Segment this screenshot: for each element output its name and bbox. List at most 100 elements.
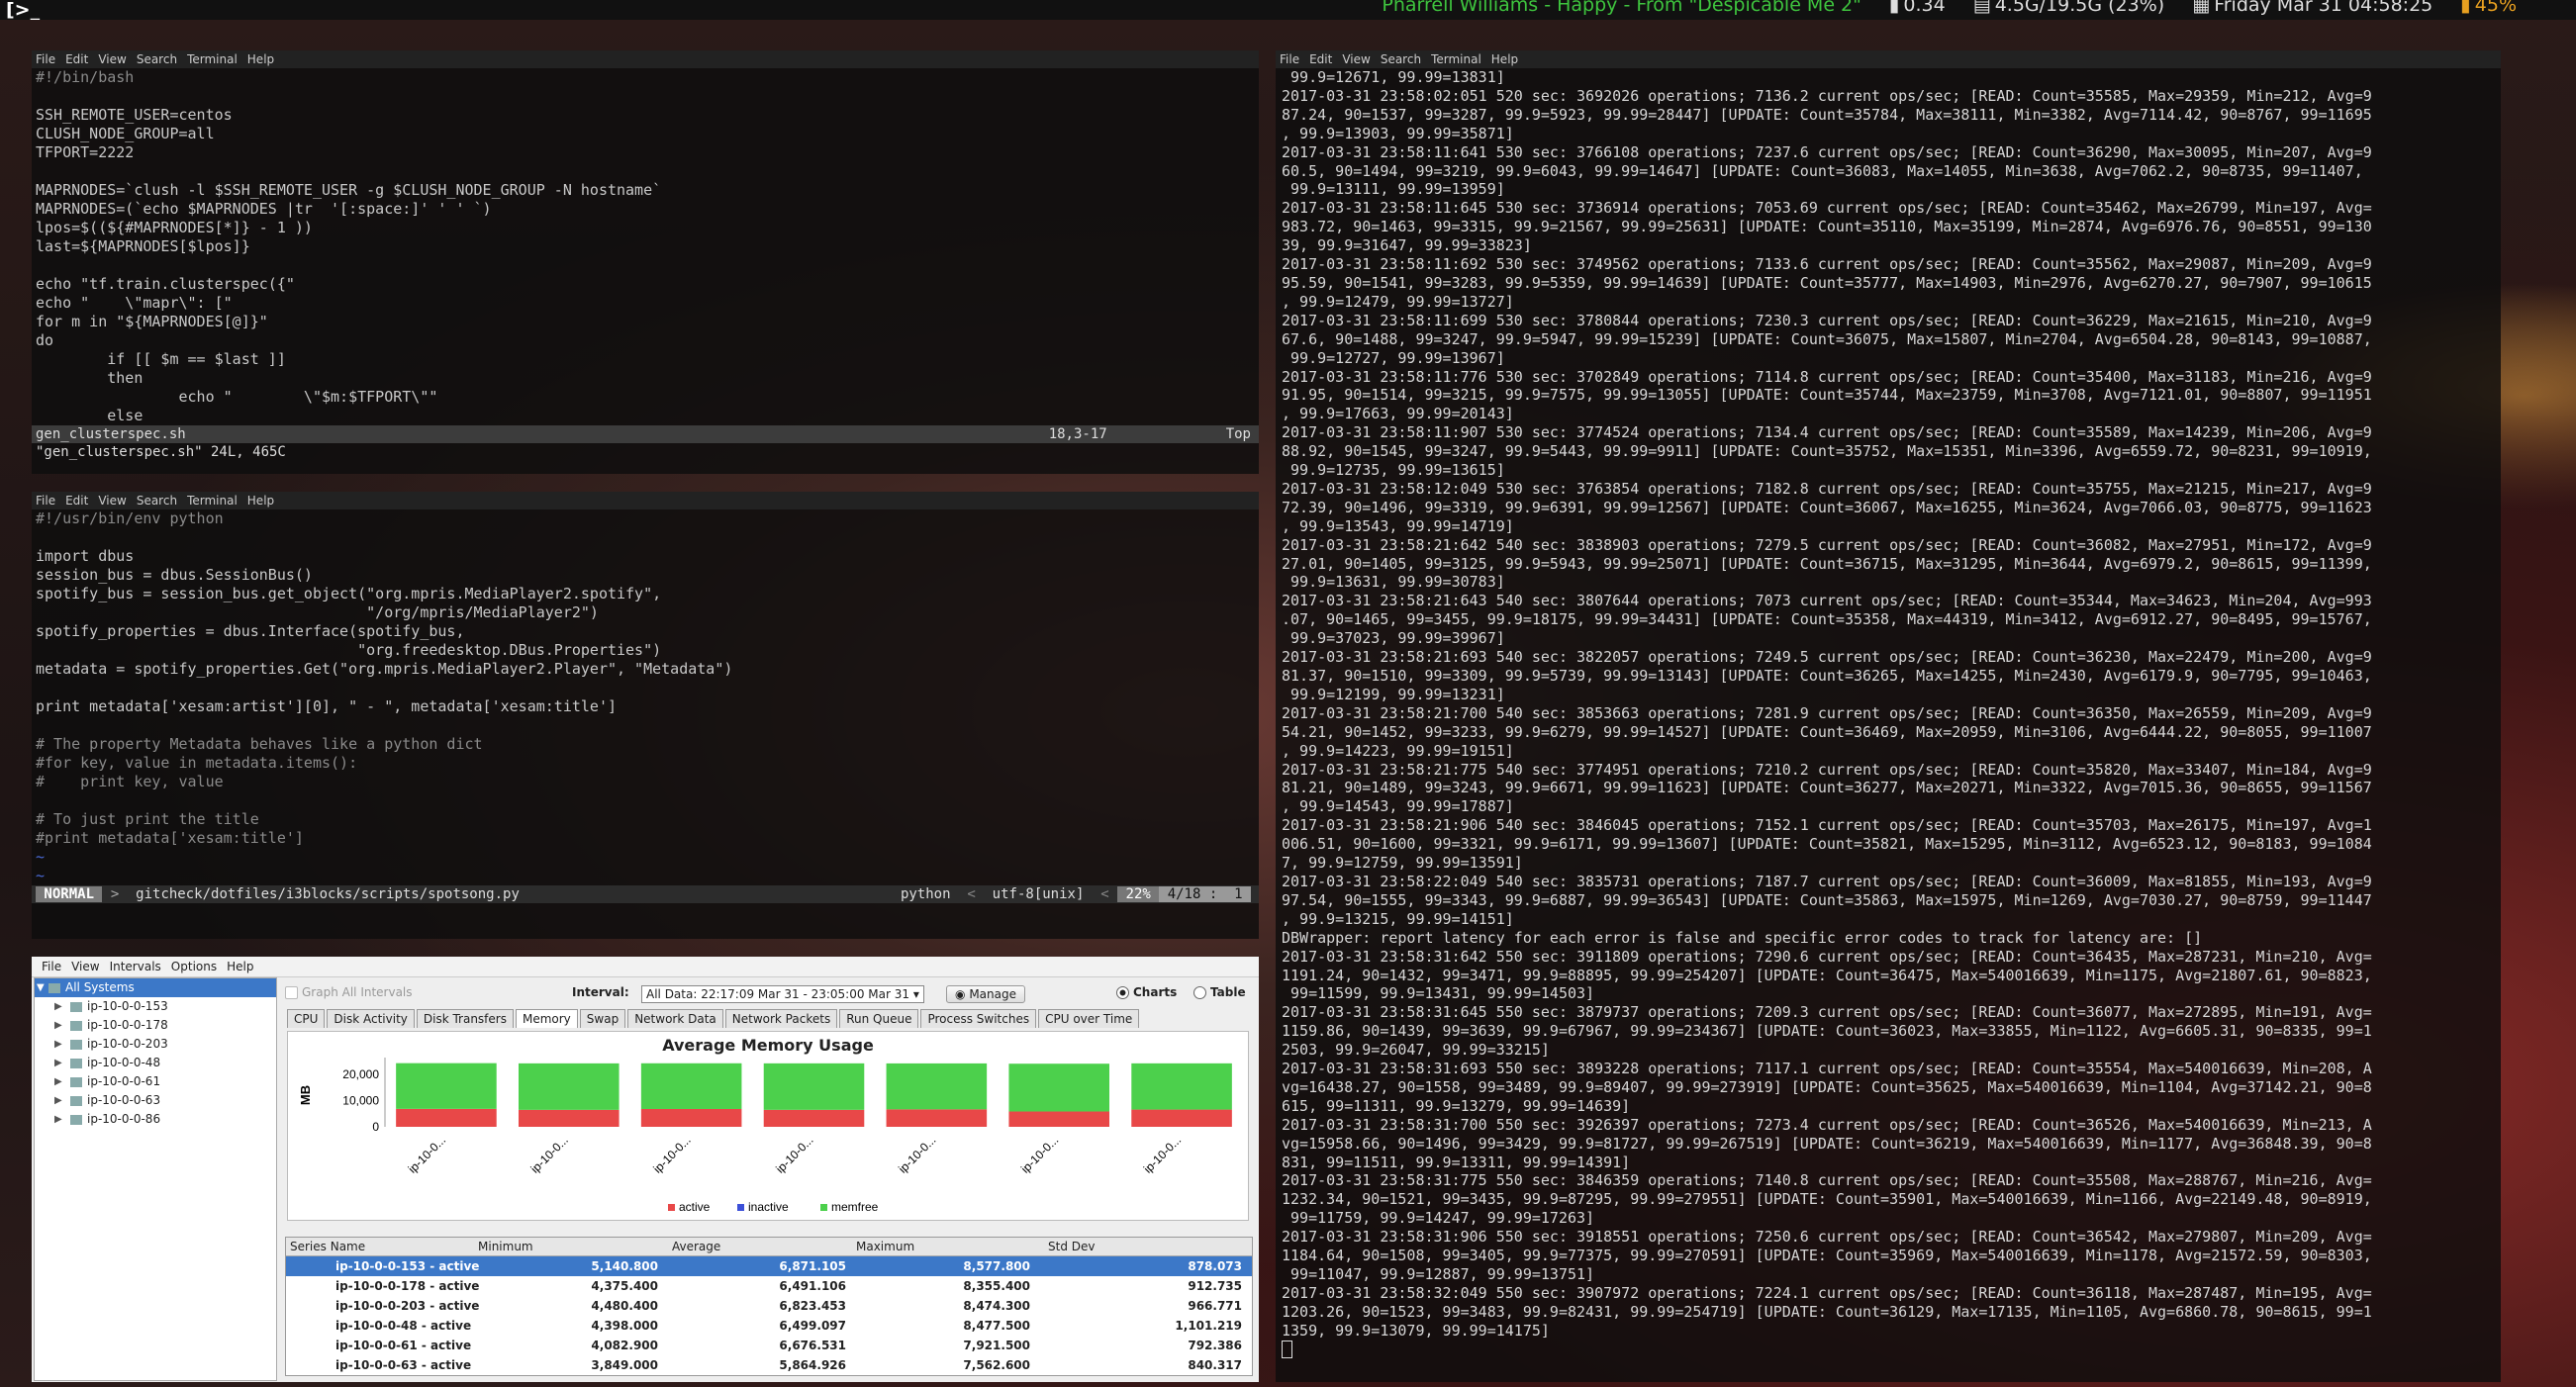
table-row[interactable]: ip-10-0-0-63 - active 3,849.000 5,864.926 7… [286,1355,1252,1375]
table-radio[interactable]: Table [1193,985,1246,999]
vim-editor-buffer[interactable]: #!/bin/bash SSH_REMOTE_USER=centos CLUSH_N… [32,68,1259,425]
server-icon [70,1076,82,1087]
tree-item-ip-10-0-0-86[interactable]: ▶ ip-10-0-0-86 [35,1110,276,1129]
manage-button[interactable]: ◉ Manage [946,985,1025,1003]
log-line: 2503, 99.9=26047, 99.99=33215] [1282,1041,1550,1060]
app-menu-intervals[interactable]: Intervals [110,960,161,973]
menu-help[interactable]: Help [1491,52,1518,66]
workspace-indicator[interactable]: [>_ [6,0,40,20]
log-line: 54.21, 90=1452, 99=3233, 99.9=6279, 99.9… [1282,722,2372,741]
expand-arrow-icon[interactable]: ▶ [54,1072,62,1091]
tab-cpu[interactable]: CPU [287,1009,326,1028]
tree-item-ip-10-0-0-203[interactable]: ▶ ip-10-0-0-203 [35,1035,276,1054]
log-line: 615, 99=11311, 99.9=13279, 99.99=14639] [1282,1096,1631,1115]
tab-process-switches[interactable]: Process Switches [920,1009,1037,1028]
graph-all-checkbox[interactable]: Graph All Intervals [285,985,413,999]
bar-active [1131,1109,1232,1127]
log-line: 2017-03-31 23:58:11:645 530 sec: 3736914… [1282,199,2372,218]
expand-arrow-icon[interactable]: ▶ [54,1016,62,1035]
menu-view[interactable]: View [98,494,126,508]
interval-select[interactable]: All Data: 22:17:09 Mar 31 - 23:05:00 Mar… [641,985,924,1003]
table-row[interactable]: ip-10-0-0-153 - active 5,140.800 6,871.105… [286,1256,1252,1276]
app-menu-options[interactable]: Options [171,960,217,973]
tree-item-ip-10-0-0-61[interactable]: ▶ ip-10-0-0-61 [35,1072,276,1091]
log-line: 831, 99=11511, 99.9=13311, 99.99=14391] [1282,1153,1631,1171]
tree-item-ip-10-0-0-63[interactable]: ▶ ip-10-0-0-63 [35,1091,276,1110]
menu-search[interactable]: Search [137,52,177,66]
nmon-visualizer-window[interactable]: File View Intervals Options Help ▼ All System… [32,957,1259,1382]
gear-icon: ◉ [955,987,966,1001]
server-icon [70,1039,82,1050]
stats-table[interactable]: Series Name Minimum Average Maximum Std … [285,1237,1253,1376]
bar-memfree [763,1063,865,1110]
analysis-panel: Graph All Intervals Interval: All Data: … [279,977,1257,1379]
table-row[interactable]: ip-10-0-0-61 - active 4,082.900 6,676.531 7… [286,1336,1252,1355]
vim-editor-buffer[interactable]: #!/usr/bin/env python import dbus session_… [32,509,1259,885]
menu-file[interactable]: File [36,52,55,66]
table-row[interactable]: ip-10-0-0-48 - active 4,398.000 6,499.097 8… [286,1316,1252,1336]
code-line: "/org/mpris/MediaPlayer2") [36,603,599,621]
table-body: ip-10-0-0-153 - active 5,140.800 6,871.105… [286,1256,1252,1375]
menu-help[interactable]: Help [247,52,274,66]
expand-arrow-icon[interactable]: ▶ [54,1091,62,1110]
tab-swap[interactable]: Swap [579,1009,626,1028]
menu-view[interactable]: View [1342,52,1370,66]
col-maximum[interactable]: Maximum [856,1238,914,1255]
tab-disk-transfers[interactable]: Disk Transfers [416,1009,514,1028]
col-series-name[interactable]: Series Name [290,1238,365,1255]
terminal-ycsb-log[interactable]: File Edit View Search Terminal Help 99.9=1267… [1276,50,2501,1382]
menu-terminal[interactable]: Terminal [187,52,238,66]
table-cell: 792.386 [1188,1339,1242,1352]
collapse-arrow-icon[interactable]: ▼ [37,978,45,997]
col-average[interactable]: Average [672,1238,720,1255]
systems-tree[interactable]: ▼ All Systems ▶ ip-10-0-0-153 ▶ ip-10-0-0-17… [34,977,277,1381]
log-line: , 99.9=13215, 99.99=14151] [1282,909,1514,928]
tree-item-ip-10-0-0-48[interactable]: ▶ ip-10-0-0-48 [35,1054,276,1072]
code-line: last=${MAPRNODES[$lpos]} [36,237,250,255]
terminal-output[interactable]: 99.9=12671, 99.99=13831] 2017-03-31 23:58… [1276,68,2501,1341]
menu-search[interactable]: Search [137,494,177,508]
status-filename: gen_clusterspec.sh [36,426,186,442]
table-row[interactable]: ip-10-0-0-203 - active 4,480.400 6,823.453… [286,1296,1252,1316]
expand-arrow-icon[interactable]: ▶ [54,1054,62,1072]
log-line: 91.95, 90=1514, 99=3215, 99.9=7575, 99.9… [1282,386,2372,405]
table-row[interactable]: ip-10-0-0-178 - active 4,375.400 6,491.106… [286,1276,1252,1296]
menu-file[interactable]: File [1280,52,1299,66]
terminal-vim-python[interactable]: File Edit View Search Terminal Help #!/usr/bi… [32,492,1259,939]
menu-search[interactable]: Search [1381,52,1421,66]
terminal-vim-bash[interactable]: File Edit View Search Terminal Help #!/bin/ba… [32,50,1259,474]
log-line: 2017-03-31 23:58:31:906 550 sec: 3918551… [1282,1228,2372,1247]
tab-cpu-over-time[interactable]: CPU over Time [1038,1009,1140,1028]
app-menu-help[interactable]: Help [227,960,253,973]
tree-item-ip-10-0-0-153[interactable]: ▶ ip-10-0-0-153 [35,997,276,1016]
server-icon [70,1114,82,1125]
tab-network-packets[interactable]: Network Packets [724,1009,838,1028]
app-menu-file[interactable]: File [42,960,61,973]
tree-root[interactable]: ▼ All Systems [35,978,276,997]
app-menu-view[interactable]: View [71,960,99,973]
tree-item-ip-10-0-0-178[interactable]: ▶ ip-10-0-0-178 [35,1016,276,1035]
tab-memory[interactable]: Memory [515,1009,578,1028]
menu-edit[interactable]: Edit [65,494,88,508]
menu-help[interactable]: Help [247,494,274,508]
tab-network-data[interactable]: Network Data [627,1009,723,1028]
tab-disk-activity[interactable]: Disk Activity [327,1009,415,1028]
expand-arrow-icon[interactable]: ▶ [54,1110,62,1129]
expand-arrow-icon[interactable]: ▶ [54,1035,62,1054]
expand-arrow-icon[interactable]: ▶ [54,997,62,1016]
menu-terminal[interactable]: Terminal [1431,52,1481,66]
tab-run-queue[interactable]: Run Queue [839,1009,919,1028]
log-line: 99.9=12671, 99.99=13831] [1282,68,1505,86]
log-line: 2017-03-31 23:58:31:693 550 sec: 3893228… [1282,1060,2372,1078]
charts-radio[interactable]: Charts [1116,985,1177,999]
menu-edit[interactable]: Edit [65,52,88,66]
menu-edit[interactable]: Edit [1309,52,1332,66]
menu-file[interactable]: File [36,494,55,508]
menu-terminal[interactable]: Terminal [187,494,238,508]
menu-view[interactable]: View [98,52,126,66]
table-cell: ip-10-0-0-61 - active [335,1339,472,1352]
code-line: #for key, value in metadata.items(): [36,754,358,772]
col-std-dev[interactable]: Std Dev [1048,1238,1095,1255]
log-line: 2017-03-31 23:58:02:051 520 sec: 3692026… [1282,86,2372,105]
col-minimum[interactable]: Minimum [478,1238,533,1255]
